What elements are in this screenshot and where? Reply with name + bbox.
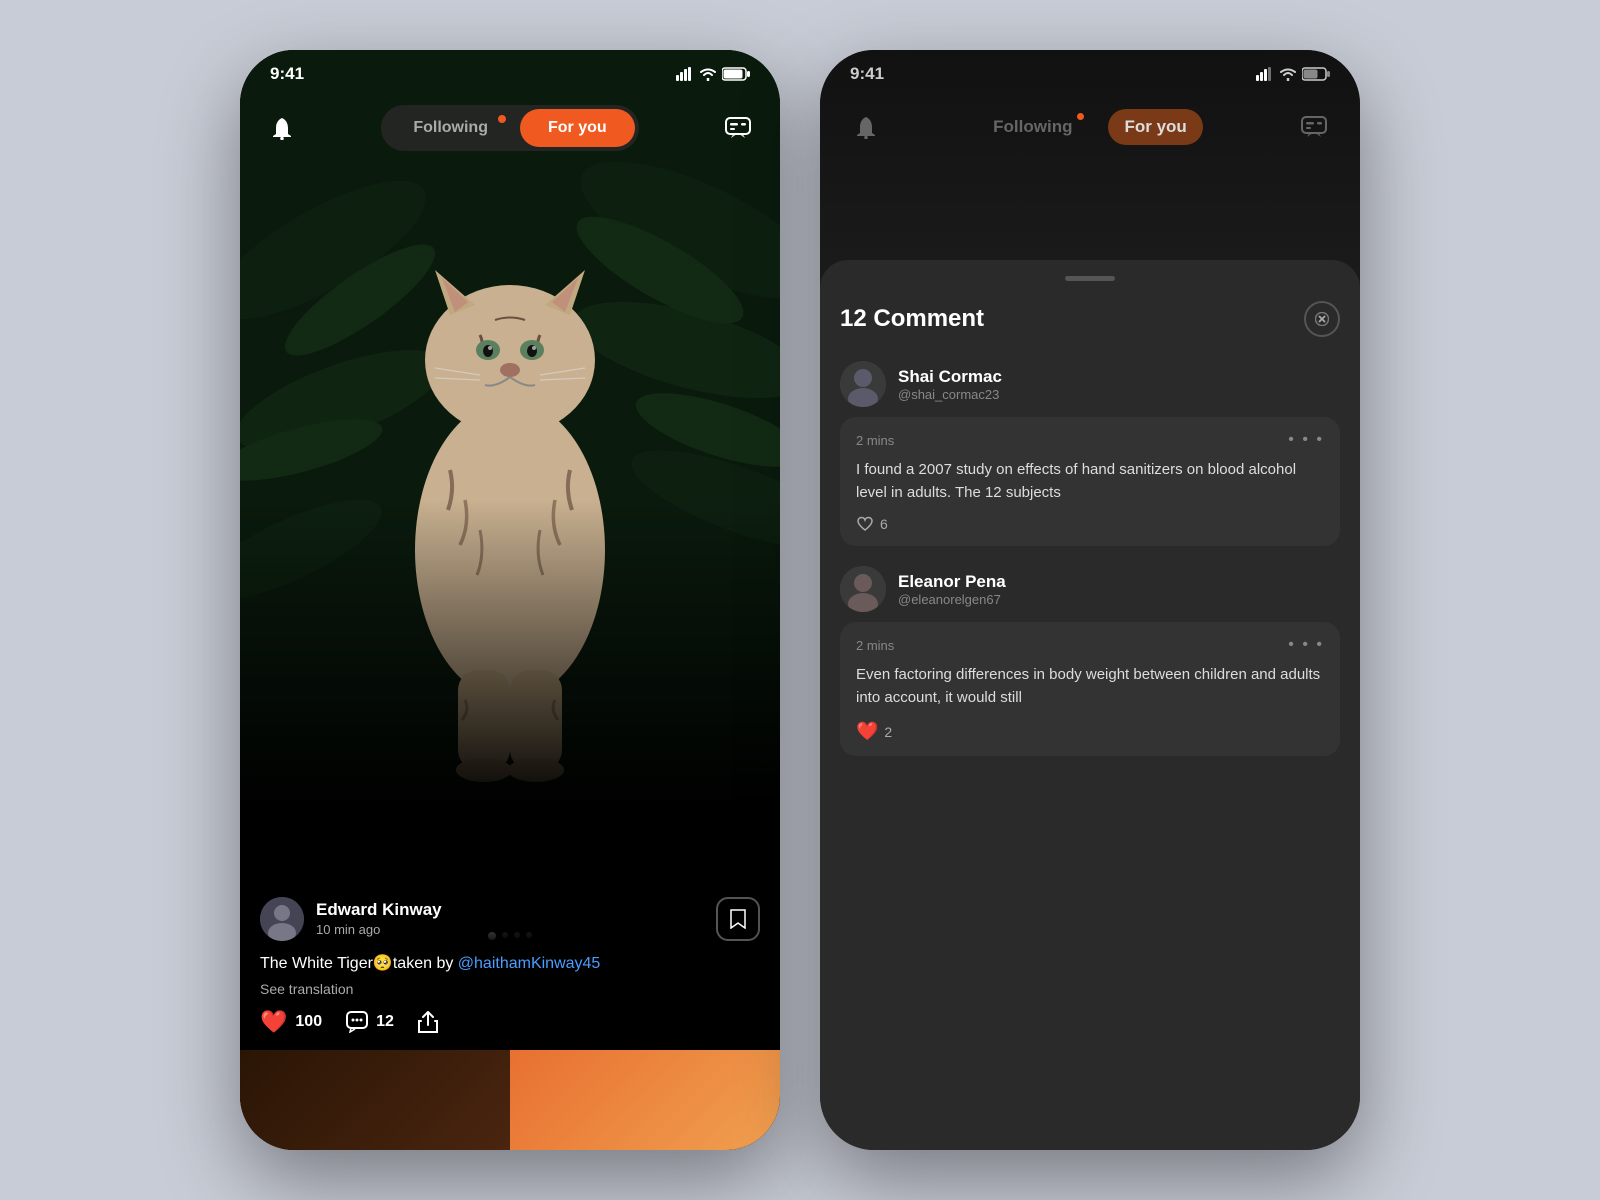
notification-dot-2 (1077, 113, 1084, 120)
bell-icon-2 (855, 115, 877, 139)
wifi-icon (700, 67, 716, 81)
comment-2-avatar[interactable] (840, 566, 886, 612)
sheet-handle (1065, 276, 1115, 281)
messages-icon (725, 117, 751, 139)
nav-bar: Following For you (240, 105, 780, 151)
author-avatar[interactable] (260, 897, 304, 941)
share-button[interactable] (418, 1011, 438, 1033)
status-time-2: 9:41 (850, 64, 884, 84)
like-button[interactable]: ❤️ 100 (260, 1009, 322, 1035)
tab-following-2[interactable]: Following (977, 109, 1088, 145)
comment-1-user-row: Shai Cormac @shai_cormac23 (840, 361, 1340, 407)
comments-header: 12 Comment (840, 301, 1340, 337)
bookmark-button[interactable] (716, 897, 760, 941)
comment-2-bubble: 2 mins • • • Even factoring differences … (840, 622, 1340, 756)
comment-1-bubble: 2 mins • • • I found a 2007 study on eff… (840, 417, 1340, 546)
bookmark-icon (729, 909, 747, 929)
status-bar: 9:41 (240, 50, 780, 92)
comment-icon (346, 1011, 368, 1033)
status-time: 9:41 (270, 64, 304, 84)
close-icon (1315, 312, 1329, 326)
comment-1-user-info: Shai Cormac @shai_cormac23 (898, 367, 1002, 402)
battery-icon-2 (1302, 67, 1330, 81)
wifi-icon-2 (1280, 67, 1296, 81)
close-button[interactable] (1304, 301, 1340, 337)
heart-outline-icon-1 (856, 516, 874, 532)
comment-1-meta: 2 mins • • • (856, 431, 1324, 449)
messages-button[interactable] (716, 106, 760, 150)
share-icon (418, 1011, 438, 1033)
nav-tabs-2: Following For you (977, 109, 1203, 145)
status-icons-2 (1256, 67, 1330, 81)
author-time: 10 min ago (316, 922, 442, 937)
comment-2-likes: ❤️ 2 (856, 721, 1324, 742)
phone-comments: 9:41 (820, 50, 1360, 1150)
comment-1-time: 2 mins (856, 433, 894, 448)
comment-1-likes: 6 (856, 516, 1324, 532)
comments-sheet: 12 Comment Shai Cormac @shai_co (820, 260, 1360, 1150)
notification-button[interactable] (260, 106, 304, 150)
comment-2-user-name: Eleanor Pena (898, 572, 1006, 592)
signal-icon-2 (1256, 67, 1274, 81)
tab-foryou-2[interactable]: For you (1108, 109, 1202, 145)
bell-icon (271, 116, 293, 140)
comment-2-user-handle: @eleanorelgen67 (898, 592, 1006, 607)
notification-button-2[interactable] (844, 105, 888, 149)
heart-filled-icon-2: ❤️ (856, 721, 878, 742)
author-details: Edward Kinway 10 min ago (316, 900, 442, 937)
comments-title: 12 Comment (840, 305, 984, 333)
signal-icon (676, 67, 694, 81)
comment-2-time: 2 mins (856, 638, 894, 653)
preview-item-1 (240, 1050, 510, 1150)
author-name: Edward Kinway (316, 900, 442, 920)
comment-1-user-name: Shai Cormac (898, 367, 1002, 387)
comment-2-user-row: Eleanor Pena @eleanorelgen67 (840, 566, 1340, 612)
post-background-image (240, 50, 780, 800)
comment-1-user-handle: @shai_cormac23 (898, 387, 1002, 402)
post-author-row: Edward Kinway 10 min ago (260, 897, 760, 941)
comment-1-more-button[interactable]: • • • (1288, 431, 1324, 449)
comment-1-text: I found a 2007 study on effects of hand … (856, 459, 1324, 504)
tab-foryou[interactable]: For you (520, 109, 635, 147)
nav-tabs: Following For you (381, 105, 638, 151)
preview-item-2 (510, 1050, 780, 1150)
comment-2-meta: 2 mins • • • (856, 636, 1324, 654)
nav-bar-2: Following For you (820, 105, 1360, 149)
tab-following[interactable]: Following (385, 109, 516, 147)
author-info: Edward Kinway 10 min ago (260, 897, 442, 941)
post-info: Edward Kinway 10 min ago The White Tiger… (240, 877, 780, 1050)
comment-2-text: Even factoring differences in body weigh… (856, 664, 1324, 709)
heart-icon: ❤️ (260, 1009, 287, 1035)
notification-dot (498, 115, 506, 123)
comment-button[interactable]: 12 (346, 1011, 394, 1033)
post-actions: ❤️ 100 12 (260, 1009, 760, 1035)
comment-2-more-button[interactable]: • • • (1288, 636, 1324, 654)
mention[interactable]: @haithamKinway45 (458, 955, 601, 972)
battery-icon (722, 67, 750, 81)
post-caption: The White Tiger🥺taken by @haithamKinway4… (260, 953, 760, 975)
messages-icon-2 (1301, 116, 1327, 138)
see-translation[interactable]: See translation (260, 981, 760, 997)
phone-feed: 9:41 (240, 50, 780, 1150)
messages-button-2[interactable] (1292, 105, 1336, 149)
bottom-preview (240, 1050, 780, 1150)
comment-2-user-info: Eleanor Pena @eleanorelgen67 (898, 572, 1006, 607)
comment-1-avatar[interactable] (840, 361, 886, 407)
status-icons (676, 67, 750, 81)
status-bar-2: 9:41 (820, 50, 1360, 92)
